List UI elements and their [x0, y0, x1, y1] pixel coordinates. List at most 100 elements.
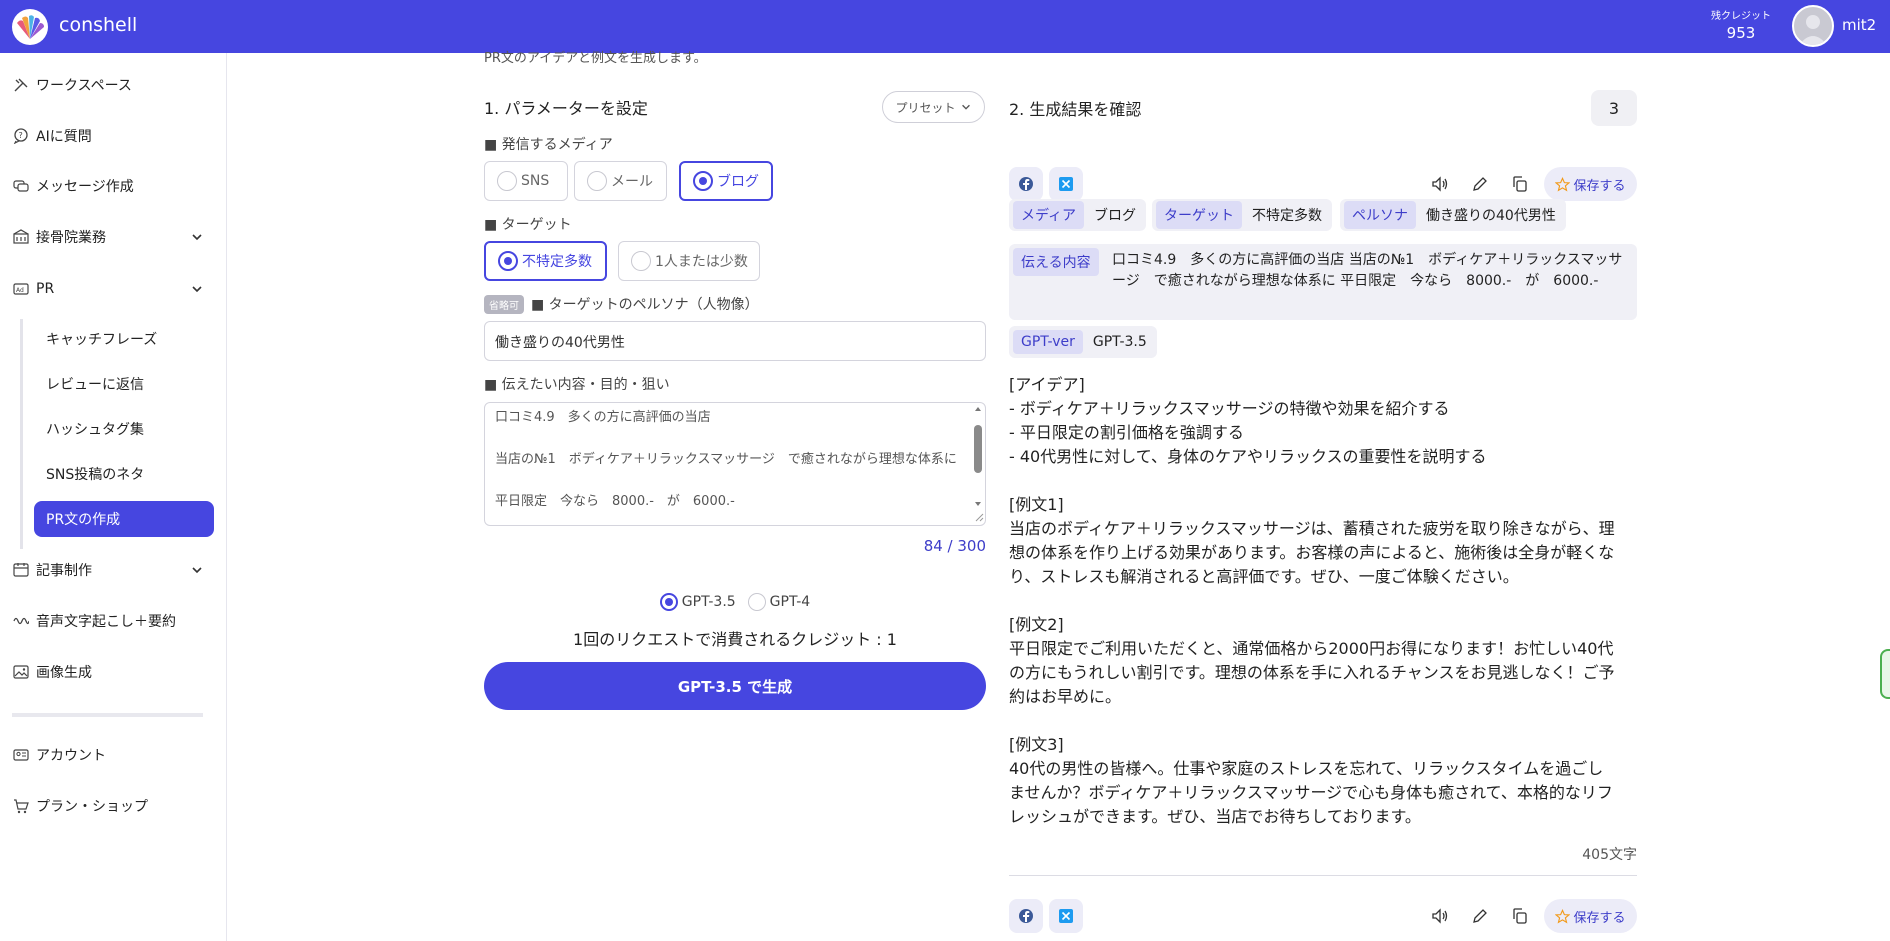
model-selector: GPT-3.5 GPT-4 — [484, 593, 986, 611]
copy-button[interactable] — [1510, 174, 1530, 194]
sidebar-subitem-catchphrase[interactable]: キャッチフレーズ — [34, 321, 214, 357]
avatar-icon[interactable] — [1792, 5, 1834, 47]
sidebar-item-plan-shop[interactable]: プラン・ショップ — [12, 791, 212, 821]
save-button[interactable]: 保存する — [1544, 167, 1637, 201]
facebook-share-button-2[interactable] — [1009, 899, 1043, 933]
result-line: 40代の男性の皆様へ。仕事や家庭のストレスを忘れて、リラックスタイムを過ごし — [1009, 759, 1604, 778]
sidebar-item-clinic[interactable]: 接骨院業務 — [12, 222, 212, 252]
side-widget-tab[interactable] — [1880, 649, 1890, 699]
save-button-2[interactable]: 保存する — [1544, 899, 1637, 933]
media-label: ■ 発信するメディア — [484, 137, 613, 153]
meta-value: 働き盛りの40代男性 — [1426, 208, 1556, 224]
cart-icon — [12, 797, 30, 815]
facebook-share-button[interactable] — [1009, 167, 1043, 201]
read-aloud-button[interactable] — [1430, 174, 1450, 194]
persona-label: ■ ターゲットのペルソナ（人物像） — [531, 297, 759, 313]
sidebar-subitem-review-reply[interactable]: レビューに返信 — [34, 366, 214, 402]
logo-icon[interactable] — [12, 9, 48, 45]
sidebar-subitem-hashtags[interactable]: ハッシュタグ集 — [34, 411, 214, 447]
section-title-params: 1. パラメーターを設定 — [484, 99, 648, 118]
sidebar-item-ai-question[interactable]: ? AIに質問 — [12, 121, 212, 151]
sidebar-item-label: PR — [36, 281, 55, 297]
result-line: - 平日限定の割引価格を強調する — [1009, 423, 1244, 442]
preset-button[interactable]: プリセット — [882, 91, 985, 123]
persona-input[interactable]: 働き盛りの40代男性 — [484, 321, 986, 361]
sidebar-item-article[interactable]: 記事制作 — [12, 555, 212, 585]
result-line — [1009, 469, 1637, 493]
x-share-button-2[interactable] — [1049, 899, 1083, 933]
sidebar-item-label: メッセージ作成 — [36, 179, 134, 195]
message-icon — [12, 177, 30, 195]
target-option-general[interactable]: 不特定多数 — [484, 241, 607, 281]
content-line: 当店の№1 ボディケア＋リラックスマッサージ で癒されながら理想な体系に — [495, 452, 957, 467]
chevron-down-icon — [961, 104, 970, 110]
textarea-scrollbar[interactable] — [972, 405, 984, 523]
result-line: レッシュができます。ぜひ、当店でお待ちしております。 — [1009, 807, 1421, 826]
sidebar-subitem-pr-text[interactable]: PR文の作成 — [34, 501, 214, 537]
meta-key: ターゲット — [1156, 201, 1242, 229]
sidebar-item-message[interactable]: メッセージ作成 — [12, 171, 212, 201]
sidebar-divider — [12, 713, 203, 717]
model-option-gpt4[interactable]: GPT-4 — [747, 593, 811, 611]
edit-button-2[interactable] — [1470, 906, 1490, 926]
chevron-down-icon[interactable] — [190, 230, 204, 244]
result-line: [アイデア] — [1009, 375, 1085, 394]
meta-content: 伝える内容 口コミ4.9 多くの方に高評価の当店 当店の№1 ボディケア＋リラッ… — [1009, 244, 1637, 320]
sidebar-subitem-label: SNS投稿のネタ — [46, 467, 145, 483]
result-line — [1009, 589, 1637, 613]
result-line: 当店のボディケア＋リラックスマッサージは、蓄積された疲労を取り除きながら、理 — [1009, 519, 1615, 538]
result-line: - ボディケア＋リラックスマッサージの特徴や効果を紹介する — [1009, 399, 1450, 418]
sidebar-subitem-label: キャッチフレーズ — [46, 332, 158, 348]
facebook-icon — [1019, 909, 1033, 923]
account-icon — [12, 746, 30, 764]
star-icon — [1555, 908, 1571, 923]
sidebar-item-account[interactable]: アカウント — [12, 740, 212, 770]
media-option-blog[interactable]: ブログ — [679, 161, 773, 201]
target-label: ■ ターゲット — [484, 217, 572, 233]
radio-circle — [693, 171, 713, 191]
char-counter: 84 / 300 — [923, 537, 986, 555]
chevron-down-icon[interactable] — [190, 563, 204, 577]
copy-button-2[interactable] — [1510, 906, 1530, 926]
read-aloud-button-2[interactable] — [1430, 906, 1450, 926]
sidebar-item-label: 接骨院業務 — [36, 230, 106, 246]
edit-button[interactable] — [1470, 174, 1490, 194]
radio-circle — [497, 171, 517, 191]
radio-circle — [747, 593, 766, 611]
meta-key: 伝える内容 — [1013, 248, 1099, 276]
clinic-icon — [12, 228, 30, 246]
media-option-label: メール — [611, 174, 653, 190]
content-textarea[interactable]: 口コミ4.9 多くの方に高評価の当店 当店の№1 ボディケア＋リラックスマッサー… — [484, 402, 986, 526]
media-option-sns[interactable]: SNS — [484, 161, 568, 201]
target-option-label: 不特定多数 — [522, 254, 592, 270]
model-option-label: GPT-3.5 — [681, 594, 736, 610]
sidebar-item-workspace[interactable]: ワークスペース — [12, 70, 212, 100]
brand-name[interactable]: conshell — [59, 14, 137, 36]
sidebar-subitem-label: レビューに返信 — [46, 377, 144, 393]
sidebar-item-pr[interactable]: Ad PR — [12, 274, 212, 304]
image-icon — [12, 663, 30, 681]
meta-value: 口コミ4.9 多くの方に高評価の当店 当店の№1 ボディケア＋リラックスマッサー… — [1112, 252, 1623, 289]
pencil-icon — [1473, 177, 1487, 191]
generate-button[interactable]: GPT-3.5 で生成 — [484, 662, 986, 710]
calendar-icon — [12, 561, 30, 579]
result-line: ませんか？ボディケア＋リラックスマッサージで心も身体も癒されて、本格的なリフ — [1009, 783, 1613, 802]
model-option-label: GPT-4 — [769, 594, 811, 610]
x-share-button[interactable] — [1049, 167, 1083, 201]
sidebar-item-label: 画像生成 — [36, 665, 92, 681]
target-option-few[interactable]: 1人または少数 — [618, 241, 760, 281]
media-option-mail[interactable]: メール — [574, 161, 667, 201]
sidebar-item-voice[interactable]: 音声文字起こし＋要約 — [12, 606, 212, 636]
credit-display: 残クレジット 953 — [1705, 7, 1777, 42]
sidebar-subitem-sns-ideas[interactable]: SNS投稿のネタ — [34, 456, 214, 492]
model-option-gpt35[interactable]: GPT-3.5 — [659, 593, 736, 611]
sidebar-item-label: プラン・ショップ — [36, 799, 148, 815]
sidebar-item-image[interactable]: 画像生成 — [12, 657, 212, 687]
chevron-down-icon[interactable] — [190, 282, 204, 296]
username[interactable]: mit2 — [1842, 16, 1876, 34]
preset-label: プリセット — [895, 100, 956, 115]
content-label: ■ 伝えたい内容・目的・狙い — [484, 377, 670, 393]
sidebar-item-label: 記事制作 — [36, 563, 92, 579]
result-char-count: 405文字 — [1582, 847, 1637, 863]
meta-value: ブログ — [1094, 208, 1137, 224]
